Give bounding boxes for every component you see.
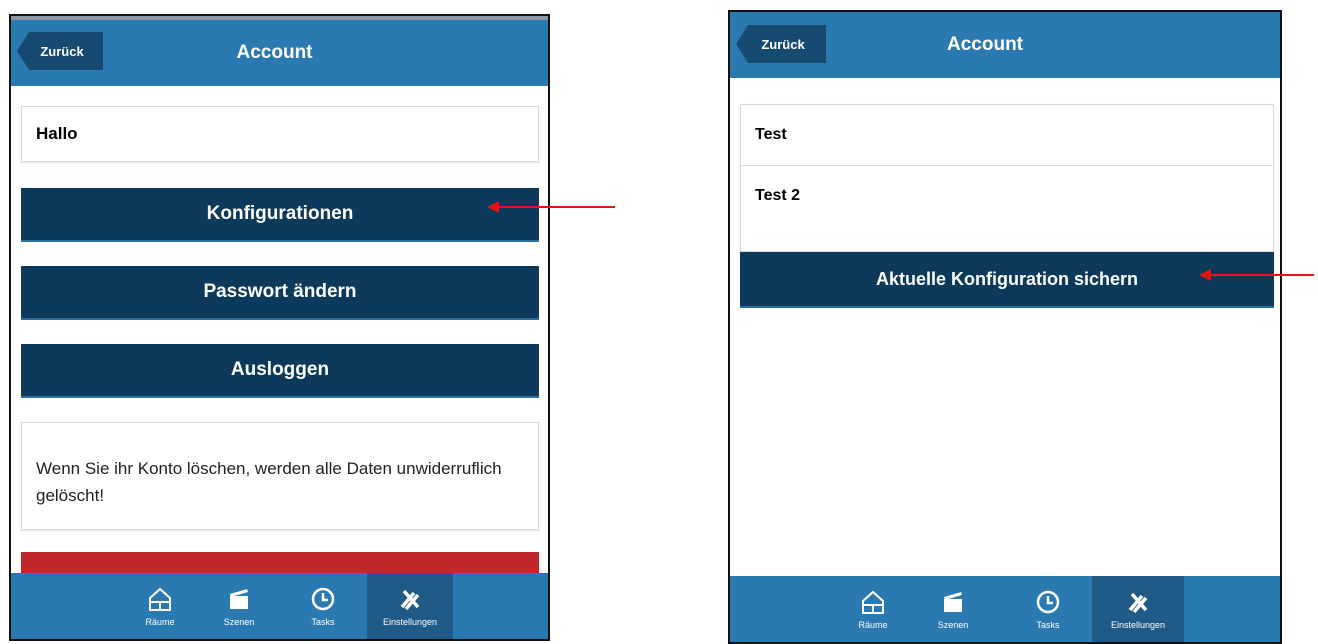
annotation-arrow	[1199, 269, 1314, 281]
tab-label: Einstellungen	[1110, 620, 1166, 630]
tab-label: Szenen	[223, 617, 255, 627]
house-icon	[149, 587, 171, 611]
configuration-list: Test Test 2	[740, 104, 1274, 252]
logout-button[interactable]: Ausloggen	[21, 344, 539, 398]
annotation-arrow	[487, 201, 615, 213]
clapperboard-icon	[230, 589, 248, 609]
tab-label: Einstellungen	[382, 617, 438, 627]
right-screen: Account Zurück Test Test 2 Aktuelle Konf…	[728, 10, 1282, 644]
tab-scenes[interactable]: Szenen	[196, 573, 282, 639]
change-password-button[interactable]: Passwort ändern	[21, 266, 539, 320]
tab-label: Räume	[858, 620, 888, 630]
tab-label: Tasks	[1036, 620, 1060, 630]
clock-icon	[311, 587, 335, 611]
back-button[interactable]: Zurück	[736, 25, 826, 63]
tab-tasks[interactable]: Tasks	[280, 573, 366, 639]
house-icon	[862, 590, 884, 614]
tools-icon	[1128, 592, 1148, 614]
tab-bar: Räume Szenen Tasks Einstellungen	[730, 576, 1280, 642]
list-item[interactable]: Test 2	[741, 166, 1273, 226]
greeting-card: Hallo	[21, 106, 539, 162]
list-item[interactable]: Test	[741, 105, 1273, 166]
clock-icon	[1036, 590, 1060, 614]
tab-scenes[interactable]: Szenen	[910, 576, 996, 642]
back-button[interactable]: Zurück	[17, 32, 103, 70]
configurations-button[interactable]: Konfigurationen	[21, 188, 539, 242]
tab-settings[interactable]: Einstellungen	[1092, 576, 1184, 642]
tab-rooms[interactable]: Räume	[117, 573, 203, 639]
tab-rooms[interactable]: Räume	[830, 576, 916, 642]
tab-label: Tasks	[311, 617, 335, 627]
delete-warning-card: Wenn Sie ihr Konto löschen, werden alle …	[21, 422, 539, 530]
left-screen: Account Zurück Hallo Konfigurationen Pas…	[9, 14, 550, 641]
tab-tasks[interactable]: Tasks	[1005, 576, 1091, 642]
tab-bar: Räume Szenen Tasks Einstellungen	[11, 573, 548, 639]
header-bar: Account Zurück	[11, 16, 548, 86]
delete-warning-text: Wenn Sie ihr Konto löschen, werden alle …	[36, 459, 502, 505]
tab-label: Szenen	[937, 620, 969, 630]
save-configuration-button[interactable]: Aktuelle Konfiguration sichern	[740, 252, 1274, 308]
tab-settings[interactable]: Einstellungen	[367, 573, 453, 639]
tools-icon	[400, 589, 420, 611]
clapperboard-icon	[944, 592, 962, 612]
tab-label: Räume	[145, 617, 175, 627]
header-bar: Account Zurück	[730, 12, 1280, 78]
